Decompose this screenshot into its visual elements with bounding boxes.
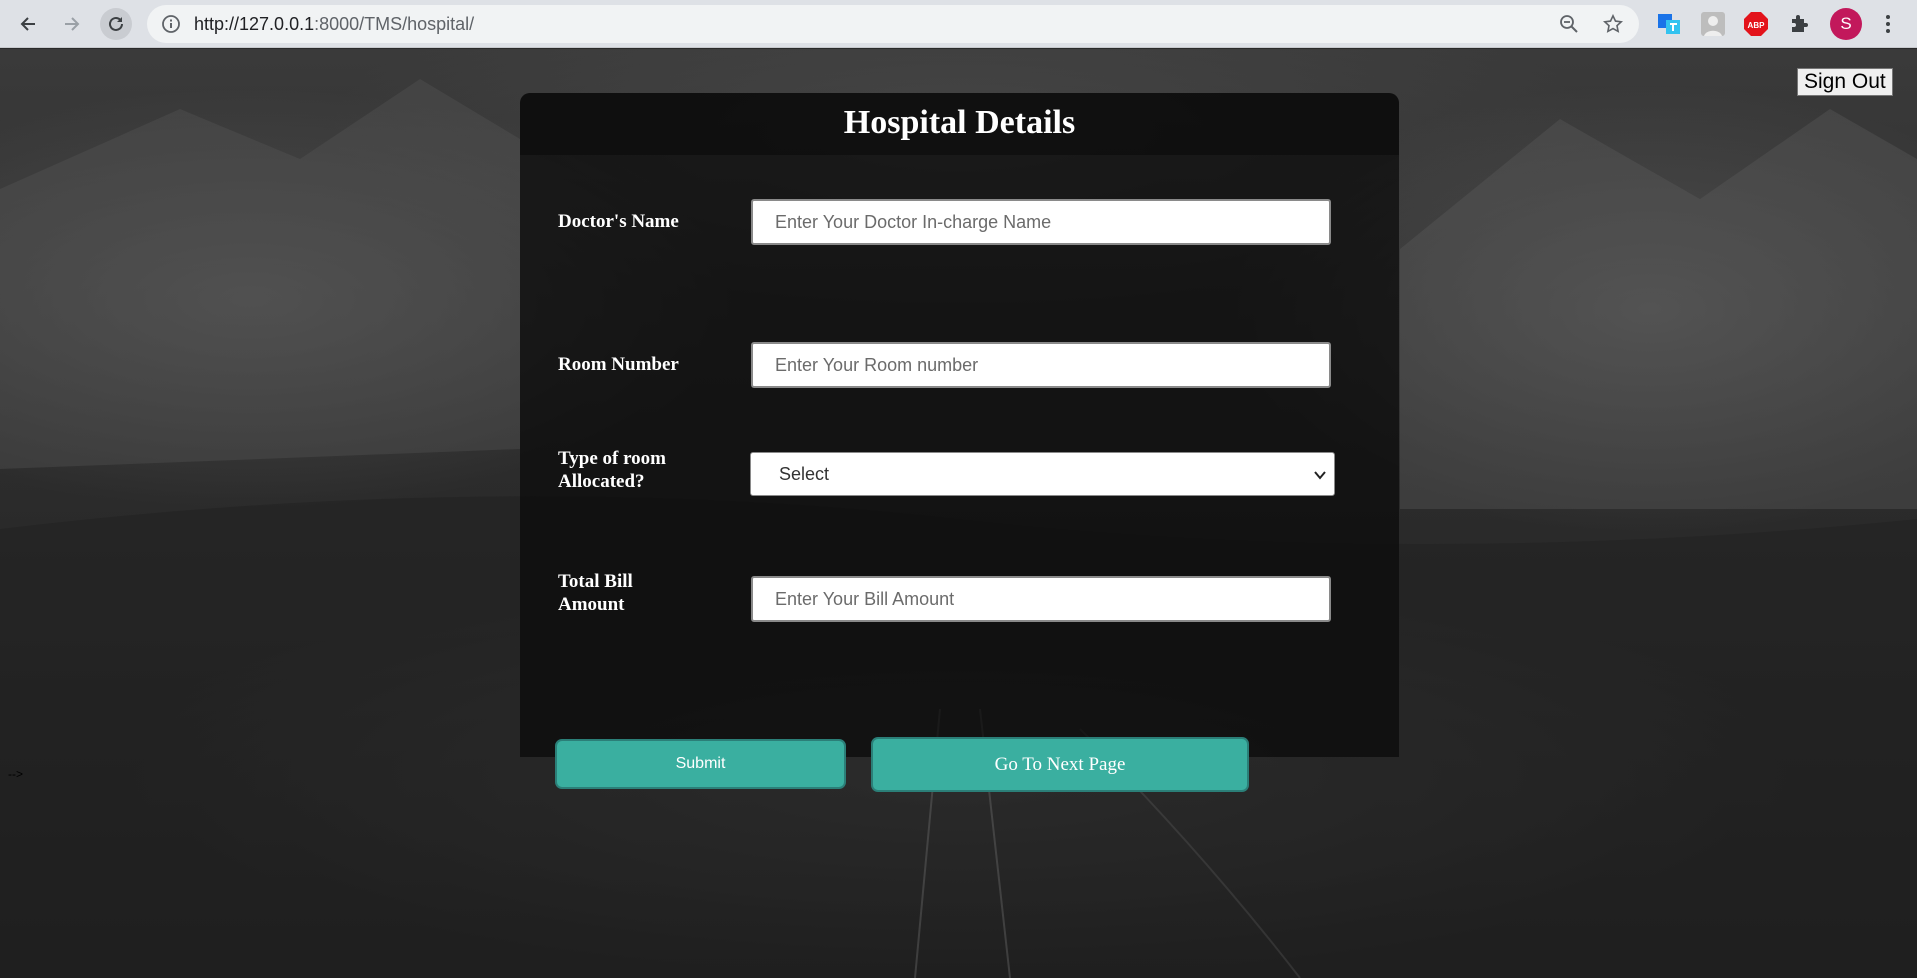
reload-button[interactable] — [100, 8, 132, 40]
back-button[interactable] — [12, 8, 44, 40]
forward-button[interactable] — [56, 8, 88, 40]
profile-image-extension-icon — [1701, 12, 1725, 36]
url-host: http://127.0.0.1 — [194, 14, 315, 34]
hospital-details-card: Hospital Details Doctor's Name Room Numb… — [520, 93, 1399, 792]
profile-avatar[interactable]: S — [1830, 8, 1862, 40]
doctor-name-input[interactable] — [751, 199, 1331, 245]
back-icon — [20, 17, 35, 31]
sign-out-button[interactable]: Sign Out — [1797, 68, 1893, 96]
room-type-label: Type of room Allocated? — [558, 448, 667, 492]
stray-comment-text: --> — [8, 767, 23, 781]
translate-extension-icon — [1658, 14, 1680, 34]
kebab-menu-icon[interactable] — [1876, 12, 1900, 36]
url-text[interactable]: http://127.0.0.1:8000/TMS/hospital/ — [194, 14, 474, 35]
next-page-button[interactable]: Go To Next Page — [871, 737, 1249, 792]
submit-button[interactable]: Submit — [555, 739, 846, 789]
bill-amount-input[interactable] — [751, 576, 1331, 622]
adblock-plus-icon: ABP — [1744, 12, 1768, 36]
page-body: Sign Out Hospital Details Doctor's Name … — [0, 49, 1917, 978]
abp-label: ABP — [1748, 21, 1766, 30]
info-icon[interactable] — [161, 14, 181, 34]
extensions-button[interactable] — [1787, 11, 1813, 37]
extensions-puzzle-icon — [1792, 15, 1808, 32]
zoom-icon[interactable] — [1559, 14, 1579, 34]
adblock-plus-button[interactable]: ABP — [1743, 11, 1769, 37]
doctor-name-label: Doctor's Name — [558, 211, 679, 232]
star-icon[interactable] — [1603, 14, 1623, 34]
forward-icon — [65, 17, 80, 31]
room-number-input[interactable] — [751, 342, 1331, 388]
reload-icon — [109, 16, 123, 31]
room-type-select[interactable]: Select — [750, 452, 1335, 496]
page-title: Hospital Details — [843, 104, 1076, 141]
room-number-label: Room Number — [558, 354, 679, 375]
address-bar[interactable]: http://127.0.0.1:8000/TMS/hospital/ — [147, 5, 1639, 43]
url-path: :8000/TMS/hospital/ — [314, 14, 475, 34]
translate-extension-button[interactable] — [1656, 11, 1682, 37]
chevron-down-icon — [1314, 471, 1326, 480]
profile-image-extension-button[interactable] — [1700, 11, 1726, 37]
total-bill-label: Total Bill Amount — [558, 571, 633, 615]
browser-toolbar: http://127.0.0.1:8000/TMS/hospital/ ABP … — [0, 0, 1917, 48]
room-type-selected-value: Select — [779, 463, 830, 484]
